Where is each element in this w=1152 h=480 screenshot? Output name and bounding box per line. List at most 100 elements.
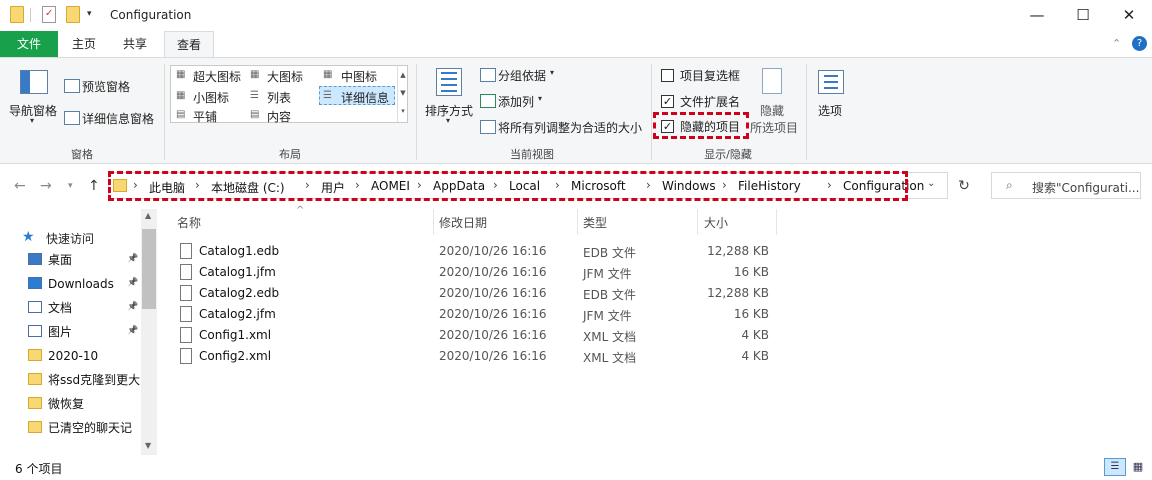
group-by-button[interactable]: 分组依据: [498, 67, 546, 84]
highlight-box-hidden-items: [653, 112, 749, 139]
file-size: 16 KB: [733, 265, 769, 279]
divider[interactable]: [433, 209, 434, 235]
scroll-down-icon[interactable]: ▼: [145, 441, 151, 450]
small-icons-icon: ▦: [176, 90, 186, 101]
refresh-icon[interactable]: ↻: [953, 176, 975, 196]
column-header-size[interactable]: 大小: [704, 214, 728, 231]
group-label-layout: 布局: [279, 148, 301, 161]
sidebar-scrollbar[interactable]: ▲ ▼: [141, 209, 157, 455]
layout-tiles[interactable]: 平铺: [193, 108, 217, 125]
layout-list[interactable]: 列表: [267, 89, 291, 106]
file-extensions-checkbox[interactable]: ✓: [661, 95, 674, 108]
new-folder-icon[interactable]: [66, 6, 80, 23]
item-checkboxes-checkbox[interactable]: [661, 69, 674, 82]
search-input[interactable]: 搜索"Configurati...: [1032, 179, 1139, 196]
forward-icon[interactable]: →: [40, 178, 52, 194]
add-columns-button[interactable]: 添加列: [498, 93, 534, 110]
sidebar-quick-access[interactable]: 快速访问: [46, 230, 94, 247]
xl-icons-icon: ▦: [176, 69, 186, 80]
large-icons-view-icon[interactable]: ▦: [1130, 459, 1146, 475]
divider: [806, 64, 807, 160]
details-view-icon[interactable]: ☰: [1104, 458, 1126, 476]
tab-home[interactable]: 主页: [62, 31, 106, 57]
sidebar-item[interactable]: 将ssd克隆到更大: [28, 369, 140, 391]
tab-file[interactable]: 文件: [0, 31, 58, 57]
chevron-down-icon[interactable]: ⌄: [927, 178, 935, 189]
table-row[interactable]: Catalog2.edb 2020/10/26 16:16 EDB 文件 12,288…: [158, 283, 778, 304]
sidebar-item[interactable]: Downloads: [28, 273, 140, 295]
hide-selected-button-line2[interactable]: 所选项目: [750, 119, 798, 136]
folder-icon: [28, 421, 42, 433]
table-row[interactable]: Catalog2.jfm 2020/10/26 16:16 JFM 文件 16 KB: [158, 304, 778, 325]
chevron-down-icon[interactable]: ▾: [446, 116, 450, 125]
pin-icon[interactable]: 📌: [127, 254, 138, 264]
sidebar-item[interactable]: 微恢复: [28, 393, 140, 415]
sidebar-item[interactable]: 2020-10: [28, 345, 140, 367]
sidebar-item[interactable]: 图片: [28, 321, 140, 343]
details-pane-icon: [64, 111, 80, 125]
collapse-ribbon-icon[interactable]: ⌃: [1112, 37, 1121, 50]
sidebar-item[interactable]: 桌面: [28, 249, 140, 271]
preview-pane-button[interactable]: 预览窗格: [82, 78, 130, 95]
column-header-name[interactable]: 名称: [177, 214, 201, 231]
properties-icon[interactable]: ✓: [42, 6, 56, 23]
ribbon: 导航窗格 ▾ 预览窗格 详细信息窗格 窗格 ▦ 超大图标 ▦ 大图标 ▦ 中图标…: [0, 57, 1152, 164]
column-header-type[interactable]: 类型: [583, 214, 607, 231]
file-type: JFM 文件: [583, 267, 632, 281]
pin-icon[interactable]: 📌: [127, 326, 138, 336]
item-checkboxes-label[interactable]: 项目复选框: [680, 67, 740, 84]
help-icon[interactable]: ?: [1132, 36, 1147, 51]
sidebar-item[interactable]: 文档: [28, 297, 140, 319]
sidebar-item-label: 图片: [48, 325, 73, 339]
chevron-down-icon[interactable]: ▾: [30, 116, 34, 125]
fit-columns-icon: [480, 120, 496, 134]
sidebar-item-label: 将ssd克隆到更大: [48, 373, 140, 387]
details-pane-button[interactable]: 详细信息窗格: [82, 110, 154, 127]
table-row[interactable]: Catalog1.edb 2020/10/26 16:16 EDB 文件 12,288…: [158, 241, 778, 262]
minimize-button[interactable]: —: [1014, 0, 1060, 31]
layout-small-icons[interactable]: 小图标: [193, 89, 229, 106]
table-row[interactable]: Catalog1.jfm 2020/10/26 16:16 JFM 文件 16 KB: [158, 262, 778, 283]
sidebar-item[interactable]: 已清空的聊天记: [28, 417, 140, 439]
pin-icon[interactable]: 📌: [127, 302, 138, 312]
tab-view[interactable]: 查看: [164, 31, 214, 58]
close-button[interactable]: ✕: [1106, 0, 1152, 31]
table-row[interactable]: Config1.xml 2020/10/26 16:16 XML 文档 4 KB: [158, 325, 778, 346]
file-size: 16 KB: [733, 307, 769, 321]
divider[interactable]: [577, 209, 578, 235]
back-icon[interactable]: ←: [14, 178, 26, 194]
scroll-thumb[interactable]: [142, 229, 156, 309]
divider[interactable]: [776, 209, 777, 235]
file-icon: [180, 348, 192, 364]
layout-content[interactable]: 内容: [267, 108, 291, 125]
file-extensions-label[interactable]: 文件扩展名: [680, 93, 740, 110]
tab-share[interactable]: 共享: [112, 31, 158, 57]
customize-toolbar-icon[interactable]: ▾: [87, 9, 92, 19]
divider: [416, 64, 417, 160]
details-icon: ☰: [323, 90, 332, 101]
preview-pane-icon: [64, 79, 80, 93]
options-button[interactable]: 选项: [818, 102, 842, 119]
layout-details[interactable]: 详细信息: [341, 89, 389, 106]
table-row[interactable]: Config2.xml 2020/10/26 16:16 XML 文档 4 KB: [158, 346, 778, 367]
search-box[interactable]: ⌕ 搜索"Configurati...: [991, 172, 1141, 199]
pin-icon[interactable]: 📌: [127, 278, 138, 288]
layout-large-icons[interactable]: 大图标: [267, 68, 303, 85]
hide-selected-button[interactable]: 隐藏: [760, 102, 784, 119]
layout-xl-icons[interactable]: 超大图标: [193, 68, 241, 85]
layout-scroll[interactable]: ▲ ▼ ▾: [397, 66, 408, 122]
column-header-date[interactable]: 修改日期: [439, 214, 487, 231]
chevron-down-icon[interactable]: ▾: [550, 68, 554, 77]
maximize-button[interactable]: ☐: [1060, 0, 1106, 31]
chevron-down-icon[interactable]: ▾: [538, 94, 542, 103]
divider[interactable]: [697, 209, 698, 235]
layout-gallery: ▦ 超大图标 ▦ 大图标 ▦ 中图标 ▦ 小图标 ☰ 列表 ☰ 详细信息 ▤ 平…: [170, 65, 408, 125]
up-icon[interactable]: ↑: [88, 178, 100, 194]
sidebar-item-label: Downloads: [48, 277, 114, 291]
recent-locations-icon[interactable]: ▾: [68, 181, 73, 191]
scroll-up-icon[interactable]: ▲: [145, 211, 151, 220]
layout-medium-icons[interactable]: 中图标: [341, 68, 377, 85]
desktop-icon: [28, 253, 42, 265]
fit-columns-button[interactable]: 将所有列调整为合适的大小: [498, 119, 642, 136]
group-by-icon: [480, 68, 496, 82]
